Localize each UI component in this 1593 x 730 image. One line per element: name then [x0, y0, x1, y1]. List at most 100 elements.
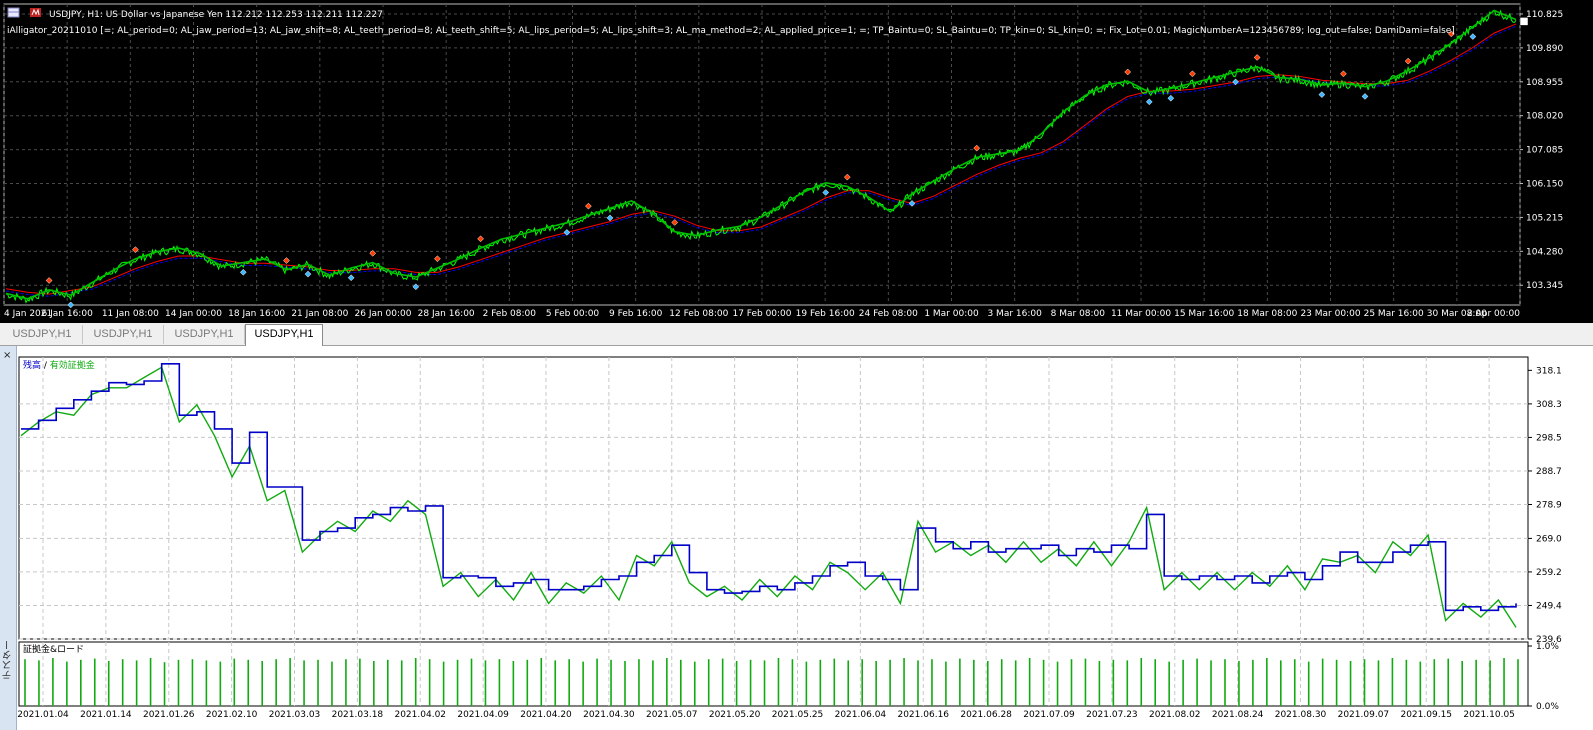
buy-arrow-icon: [1340, 70, 1347, 78]
load-y-tick-label: 0.0%: [1536, 702, 1559, 712]
x-tick-label: 6 Jan 16:00: [42, 309, 94, 319]
equity-y-tick-label: 288.7: [1536, 467, 1562, 477]
x-tick-label: 19 Feb 16:00: [796, 309, 855, 319]
x-tick-label: 5 Feb 00:00: [546, 309, 600, 319]
x-tick-label: 25 Mar 16:00: [1364, 309, 1424, 319]
date-tick-label: 2021.02.10: [206, 710, 258, 720]
date-tick-label: 2021.08.24: [1212, 710, 1264, 720]
last-price-marker: [1519, 17, 1529, 26]
chart-tab-bar: USDJPY,H1 USDJPY,H1 USDJPY,H1 USDJPY,H1: [0, 323, 1593, 346]
x-tick-label: 1 Mar 00:00: [924, 309, 979, 319]
sell-arrow-icon: [1318, 91, 1326, 98]
price-chart[interactable]: 4 Jan 20216 Jan 16:00 11 Jan 08:00 14 Jan …: [0, 0, 1593, 323]
tester-report-chart: 318.1 308.3 298.5 288.7 278.9 269.0 259.2 249.4…: [17, 356, 1562, 720]
legend: 残高 / 有効証拠金: [23, 359, 95, 371]
x-tick-label: 2 Apr 00:00: [1467, 309, 1520, 319]
buy-arrow-icon: [45, 277, 53, 284]
equity-y-tick-label: 318.1: [1536, 366, 1562, 376]
date-tick-label: 2021.05.25: [772, 710, 824, 720]
sell-arrow-icon: [606, 214, 614, 222]
date-tick-label: 2021.05.07: [646, 710, 698, 720]
date-tick-label: 2021.03.18: [332, 710, 384, 720]
x-tick-label: 18 Jan 16:00: [228, 309, 285, 319]
jaw-line: [5, 25, 1517, 297]
x-tick-label: 17 Feb 00:00: [732, 309, 791, 319]
sell-arrow-icon: [239, 268, 247, 276]
date-tick-label: 2021.09.15: [1400, 710, 1452, 720]
y-tick-label: 108.955: [1526, 78, 1563, 88]
tab-usdjpy-2[interactable]: USDJPY,H1: [83, 325, 164, 344]
date-tick-label: 2021.01.26: [143, 710, 195, 720]
date-tick-label: 2021.10.05: [1463, 710, 1515, 720]
sell-arrow-icon: [908, 200, 916, 207]
equity-y-tick-label: 298.5: [1536, 433, 1562, 443]
buy-arrow-icon: [671, 219, 679, 226]
date-tick-label: 2021.06.28: [960, 710, 1012, 720]
y-tick-label: 105.215: [1526, 213, 1563, 223]
equity-y-tick-label: 259.2: [1536, 568, 1562, 578]
sell-arrow-icon: [347, 274, 355, 282]
x-tick-label: 11 Jan 08:00: [102, 309, 159, 319]
date-tick-label: 2021.04.20: [520, 710, 572, 720]
y-tick-label: 104.280: [1526, 247, 1563, 257]
equity-plot-frame: [18, 356, 1529, 640]
y-tick-label: 110.825: [1526, 10, 1563, 20]
date-tick-label: 2021.06.04: [835, 710, 887, 720]
legend-separator: /: [41, 361, 50, 371]
y-tick-label: 109.890: [1526, 44, 1563, 54]
buy-arrow-icon: [1124, 68, 1132, 76]
buy-arrow-icon: [1253, 54, 1261, 61]
buy-arrow-icon: [843, 173, 851, 181]
date-tick-label: 2021.04.09: [457, 710, 509, 720]
sell-arrow-icon: [304, 270, 312, 278]
date-tick-label: 2021.08.02: [1149, 710, 1201, 720]
sell-arrow-icon: [822, 189, 830, 196]
equity-y-tick-label: 249.4: [1536, 601, 1562, 611]
x-tick-label: 2 Feb 08:00: [483, 309, 537, 319]
x-tick-label: 18 Mar 08:00: [1237, 309, 1297, 319]
x-tick-label: 28 Jan 16:00: [418, 309, 475, 319]
x-tick-label: 3 Mar 16:00: [987, 309, 1042, 319]
date-tick-label: 2021.08.30: [1275, 710, 1327, 720]
teeth-line: [5, 23, 1517, 295]
x-tick-label: 12 Feb 08:00: [669, 309, 728, 319]
load-plot-frame: [18, 641, 1529, 707]
symbol-title: USDJPY, H1: US Dollar vs Japanese Yen 11…: [49, 10, 383, 20]
x-tick-label: 15 Mar 16:00: [1174, 309, 1234, 319]
load-y-tick-label: 1.0%: [1536, 642, 1559, 652]
sell-arrow-icon: [1145, 98, 1153, 106]
legend-balance: 残高: [23, 359, 41, 371]
price-chart-window[interactable]: 4 Jan 2021 6 Jan 16:00 11 Jan 08:00 14 Jan …: [0, 0, 1593, 323]
x-tick-label: 9 Feb 16:00: [609, 309, 663, 319]
buy-arrow-icon: [1189, 70, 1196, 78]
sell-arrow-icon: [1167, 94, 1175, 102]
sell-arrow-icon: [1361, 93, 1369, 100]
x-tick-label: 23 Mar 00:00: [1300, 309, 1360, 319]
y-tick-label: 108.020: [1526, 112, 1563, 122]
buy-arrow-icon: [434, 255, 441, 263]
indicator-parameters: iAlligator_20211010 [=; AL_period=0; AL_…: [7, 26, 1455, 36]
buy-arrow-icon: [973, 144, 981, 152]
date-tick-label: 2021.01.14: [80, 710, 132, 720]
date-tick-label: 2021.06.16: [897, 710, 949, 720]
tab-usdjpy-3[interactable]: USDJPY,H1: [164, 325, 245, 344]
x-tick-label: 11 Mar 00:00: [1111, 309, 1171, 319]
equity-y-tick-label: 278.9: [1536, 501, 1562, 511]
y-tick-label: 107.085: [1526, 146, 1563, 156]
date-tick-label: 2021.09.07: [1338, 710, 1390, 720]
legend-equity: 有効証拠金: [50, 359, 95, 371]
date-tick-label: 2021.03.03: [269, 710, 321, 720]
buy-arrow-icon: [585, 202, 592, 210]
date-tick-label: 2021.04.02: [394, 710, 446, 720]
y-tick-label: 106.150: [1526, 180, 1563, 190]
equity-y-tick-label: 269.0: [1536, 534, 1562, 544]
x-tick-label: 24 Feb 08:00: [859, 309, 918, 319]
load-title: 証拠金&ロード: [23, 643, 84, 655]
tab-usdjpy-4-active[interactable]: USDJPY,H1: [245, 324, 323, 346]
equity-y-tick-label: 308.3: [1536, 400, 1562, 410]
sell-arrow-icon: [412, 283, 420, 291]
tab-usdjpy-1[interactable]: USDJPY,H1: [2, 325, 83, 344]
x-tick-label: 21 Jan 08:00: [291, 309, 348, 319]
x-tick-label: 14 Jan 00:00: [165, 309, 222, 319]
y-tick-label: 103.345: [1526, 281, 1563, 291]
